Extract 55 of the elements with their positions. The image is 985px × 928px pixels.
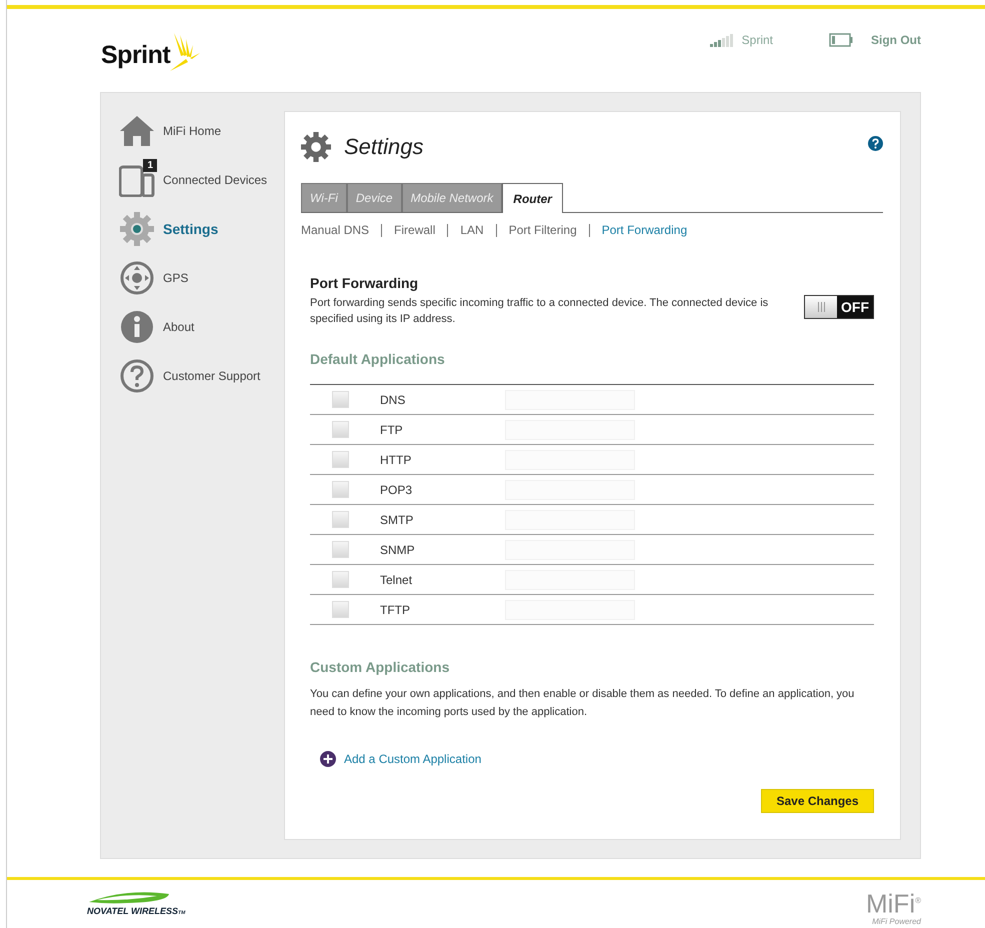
carrier-name: Sprint [742,33,773,47]
application-name: SNMP [380,542,416,556]
checkbox[interactable] [332,541,349,558]
count-badge: 1 [143,159,157,172]
description-text: You can define your own applications, and then enable or disable them as needed. To define an application, you need to know the incoming ports used by the application. [310,687,856,720]
gear-icon [301,132,331,162]
gear-icon [120,212,154,246]
application-name: POP3 [380,482,414,496]
tagline-text: MiFi Powered [872,916,921,926]
tab[interactable]: Router [502,183,563,213]
crosshair-icon [120,261,154,295]
sidebar-item[interactable]: Customer Support [119,358,284,394]
house-icon [119,115,155,147]
section-heading: Custom Applications [310,659,450,675]
grip-icon [818,302,824,312]
save-changes-button[interactable]: Save Changes [761,789,874,813]
sidebar-item[interactable]: 1 Connected Devices [119,162,284,198]
add-application-link[interactable]: Add a Custom Application [320,751,874,767]
application-name: DNS [380,392,406,406]
section-heading: Default Applications [310,351,446,367]
battery-icon [829,33,853,47]
application-name: Telnet [380,572,414,586]
subtab-link[interactable]: Firewall [394,223,436,237]
help-icon[interactable] [868,136,883,151]
checkbox[interactable] [332,391,349,408]
page-title: Settings [344,134,424,160]
signal-icon [710,33,736,47]
plus-icon [320,751,336,767]
checkbox[interactable] [332,421,349,438]
sidebar-item[interactable]: About [119,309,284,345]
application-name: FTP [380,422,404,436]
checkbox[interactable] [332,451,349,468]
sidebar-item[interactable]: MiFi Home [119,113,284,149]
checkbox[interactable] [332,481,349,498]
sidebar-item[interactable]: GPS [119,260,284,296]
application-name: TFTP [380,602,411,616]
checkbox[interactable] [332,571,349,588]
subtab-link[interactable]: LAN [460,223,484,237]
checkbox[interactable] [332,511,349,528]
application-name: HTTP [380,452,412,466]
subtab-link[interactable]: Manual DNS [301,223,370,237]
subtab-link[interactable]: Port Filtering [508,223,577,237]
sign-out-link[interactable]: Sign Out [871,33,921,47]
info-icon [120,310,154,344]
sidebar-item[interactable]: Settings [119,211,284,247]
checkbox[interactable] [332,601,349,618]
toggle-switch[interactable]: OFF [804,295,874,319]
section-title: Port Forwarding [310,275,420,291]
subtab-link[interactable]: Port Forwarding [602,223,688,237]
description-text: Port forwarding sends specific incoming traffic to a connected device. The connected device is specified using its IP address. [310,296,770,327]
mifi-logo-text: MiFi$^{®}$ [866,888,921,917]
help-icon [120,359,154,393]
sprint-logo-text: Sprint [101,41,170,70]
phone-tablet-icon [119,163,155,197]
application-name: SMTP [380,512,414,526]
